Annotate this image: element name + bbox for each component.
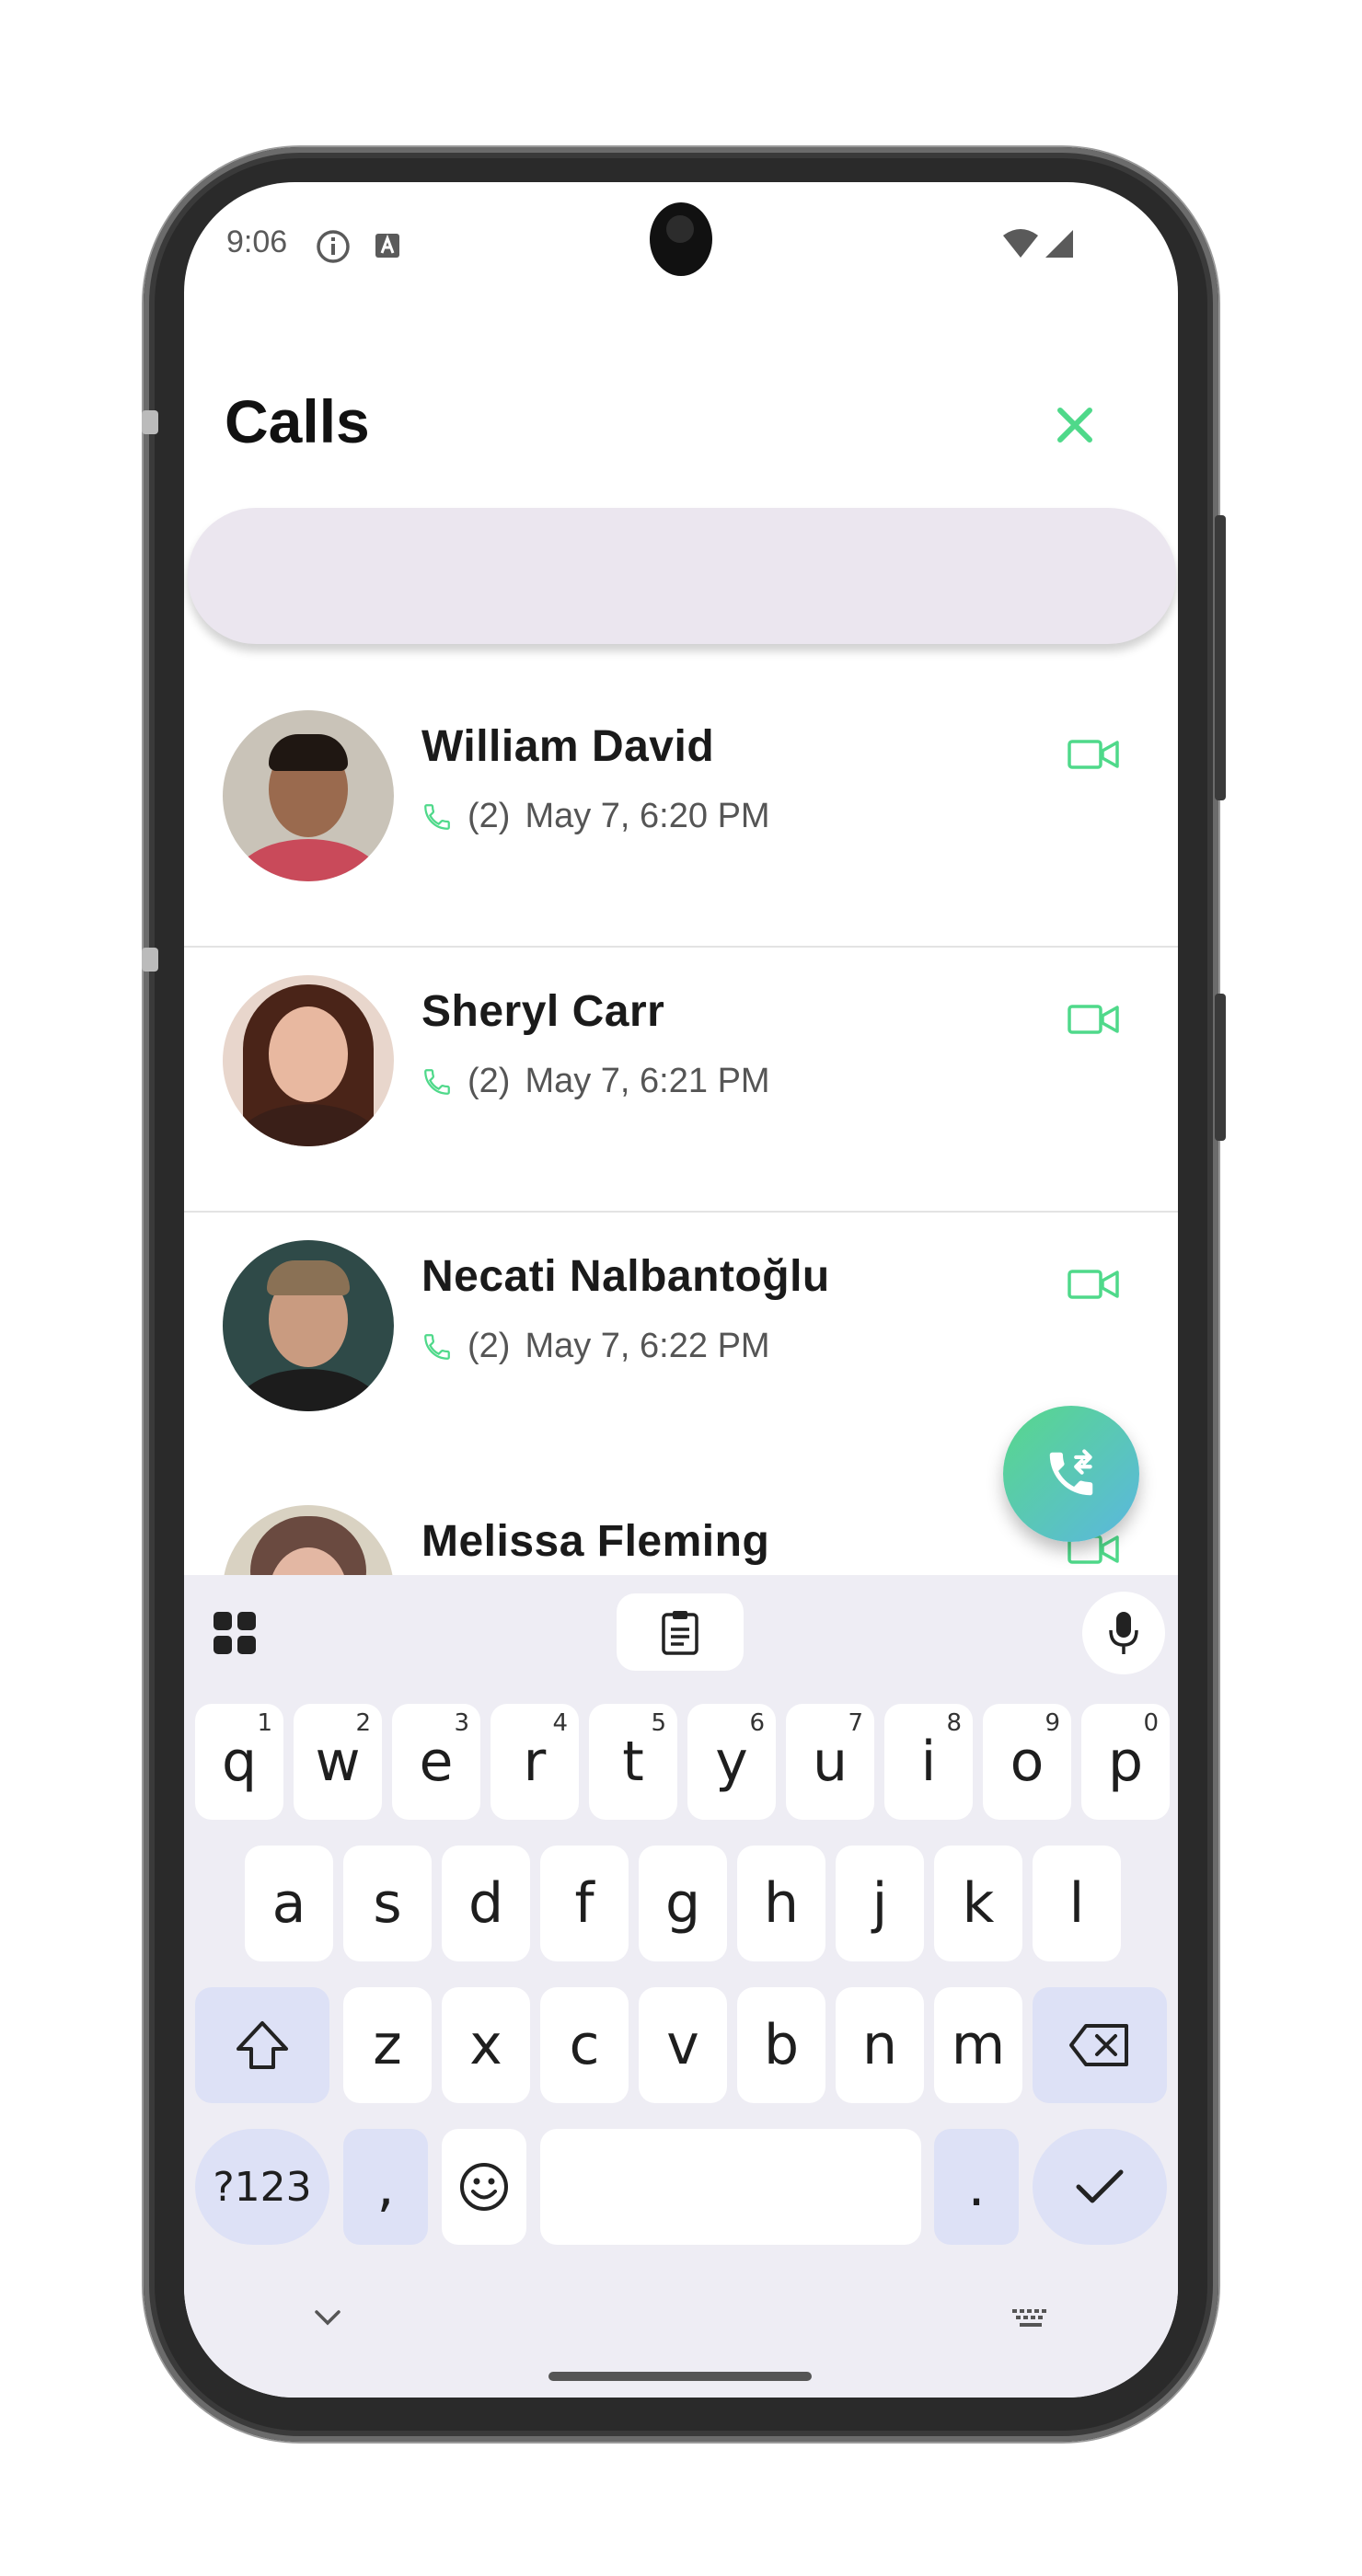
side-notch-lower bbox=[142, 948, 158, 972]
call-row[interactable]: William David (2) May 7, 6:20 PM bbox=[184, 683, 1178, 948]
key-x[interactable]: x bbox=[442, 1987, 530, 2103]
backspace-key[interactable] bbox=[1033, 1987, 1167, 2103]
video-camera-icon bbox=[1068, 1270, 1119, 1299]
chevron-down-icon bbox=[315, 2310, 340, 2326]
soft-keyboard: q1 w2 e3 r4 t5 y6 u7 i8 o9 p0 a s d f g … bbox=[184, 1575, 1178, 2398]
key-h[interactable]: h bbox=[737, 1846, 825, 1961]
avatar bbox=[223, 710, 394, 881]
key-a[interactable]: a bbox=[245, 1846, 333, 1961]
phone-icon bbox=[424, 1333, 450, 1360]
comma-key[interactable]: , bbox=[343, 2129, 428, 2245]
key-q[interactable]: q1 bbox=[195, 1704, 283, 1820]
space-key[interactable] bbox=[540, 2129, 921, 2245]
home-indicator[interactable] bbox=[548, 2372, 812, 2381]
symbols-key[interactable]: ?123 bbox=[195, 2129, 329, 2245]
key-u[interactable]: u7 bbox=[786, 1704, 874, 1820]
switch-keyboard-button[interactable] bbox=[1010, 2307, 1053, 2334]
key-k[interactable]: k bbox=[934, 1846, 1022, 1961]
key-v[interactable]: v bbox=[639, 1987, 727, 2103]
wifi-icon bbox=[1001, 228, 1040, 264]
call-info: (2) May 7, 6:21 PM bbox=[421, 1062, 770, 1101]
shift-icon bbox=[237, 2021, 288, 2069]
avatar bbox=[223, 1240, 394, 1411]
key-i[interactable]: i8 bbox=[884, 1704, 973, 1820]
call-count: (2) bbox=[467, 1062, 511, 1100]
call-info: (2) May 7, 6:22 PM bbox=[421, 1327, 770, 1366]
hide-keyboard-button[interactable] bbox=[313, 2307, 342, 2332]
key-y[interactable]: y6 bbox=[687, 1704, 776, 1820]
backspace-icon bbox=[1069, 2024, 1128, 2066]
microphone-icon bbox=[1109, 1612, 1138, 1654]
volume-button bbox=[1215, 994, 1226, 1141]
emoji-icon bbox=[460, 2163, 508, 2211]
checkmark-icon bbox=[1076, 2169, 1124, 2203]
power-button bbox=[1215, 515, 1226, 800]
video-camera-icon bbox=[1068, 740, 1119, 769]
status-time: 9:06 bbox=[226, 224, 288, 259]
call-time: May 7, 6:21 PM bbox=[525, 1062, 770, 1100]
info-icon bbox=[315, 228, 352, 270]
side-notch-upper bbox=[142, 410, 158, 434]
search-input[interactable] bbox=[188, 508, 1176, 644]
call-count: (2) bbox=[467, 1327, 511, 1365]
emoji-key[interactable] bbox=[442, 2129, 526, 2245]
key-o[interactable]: o9 bbox=[983, 1704, 1071, 1820]
voice-input-button[interactable] bbox=[1082, 1592, 1165, 1674]
apps-grid-icon bbox=[214, 1612, 256, 1654]
call-count: (2) bbox=[467, 797, 511, 835]
key-b[interactable]: b bbox=[737, 1987, 825, 2103]
video-call-button[interactable] bbox=[1068, 1268, 1119, 1301]
key-c[interactable]: c bbox=[540, 1987, 629, 2103]
key-m[interactable]: m bbox=[934, 1987, 1022, 2103]
key-w[interactable]: w2 bbox=[294, 1704, 382, 1820]
status-bar: 9:06 bbox=[184, 182, 1178, 311]
key-g[interactable]: g bbox=[639, 1846, 727, 1961]
video-camera-icon bbox=[1068, 1005, 1119, 1034]
front-camera bbox=[650, 202, 712, 276]
contact-name: Melissa Fleming bbox=[421, 1517, 770, 1566]
key-j[interactable]: j bbox=[836, 1846, 924, 1961]
call-time: May 7, 6:22 PM bbox=[525, 1327, 770, 1365]
contact-name: William David bbox=[421, 722, 715, 771]
key-t[interactable]: t5 bbox=[589, 1704, 677, 1820]
key-z[interactable]: z bbox=[343, 1987, 432, 2103]
done-key[interactable] bbox=[1033, 2129, 1167, 2245]
keyboard-icon bbox=[1012, 2309, 1046, 2327]
signal-icon bbox=[1044, 228, 1075, 264]
text-a-icon bbox=[374, 232, 401, 264]
avatar bbox=[223, 975, 394, 1146]
call-row[interactable]: Sheryl Carr (2) May 7, 6:21 PM bbox=[184, 948, 1178, 1213]
clipboard-button[interactable] bbox=[617, 1593, 744, 1671]
call-time: May 7, 6:20 PM bbox=[525, 797, 770, 835]
new-call-fab[interactable] bbox=[1003, 1406, 1139, 1542]
shift-key[interactable] bbox=[195, 1987, 329, 2103]
video-call-button[interactable] bbox=[1068, 1003, 1119, 1036]
key-f[interactable]: f bbox=[540, 1846, 629, 1961]
video-call-button[interactable] bbox=[1068, 738, 1119, 771]
apps-grid-button[interactable] bbox=[212, 1610, 258, 1661]
period-key[interactable]: . bbox=[934, 2129, 1019, 2245]
contact-name: Necati Nalbantoğlu bbox=[421, 1252, 830, 1301]
key-e[interactable]: e3 bbox=[392, 1704, 480, 1820]
key-p[interactable]: p0 bbox=[1081, 1704, 1170, 1820]
clipboard-icon bbox=[662, 1611, 698, 1655]
call-forward-icon bbox=[1049, 1449, 1093, 1496]
key-n[interactable]: n bbox=[836, 1987, 924, 2103]
page-title: Calls bbox=[225, 387, 370, 455]
key-r[interactable]: r4 bbox=[491, 1704, 579, 1820]
screen: 9:06 Calls William David (2) May 7, 6:20… bbox=[184, 182, 1178, 2398]
close-icon bbox=[1057, 408, 1092, 443]
phone-icon bbox=[424, 803, 450, 830]
key-l[interactable]: l bbox=[1033, 1846, 1121, 1961]
contact-name: Sheryl Carr bbox=[421, 987, 665, 1036]
key-s[interactable]: s bbox=[343, 1846, 432, 1961]
key-d[interactable]: d bbox=[442, 1846, 530, 1961]
call-info: (2) May 7, 6:20 PM bbox=[421, 797, 770, 836]
phone-icon bbox=[424, 1068, 450, 1095]
close-button[interactable] bbox=[1049, 399, 1101, 451]
